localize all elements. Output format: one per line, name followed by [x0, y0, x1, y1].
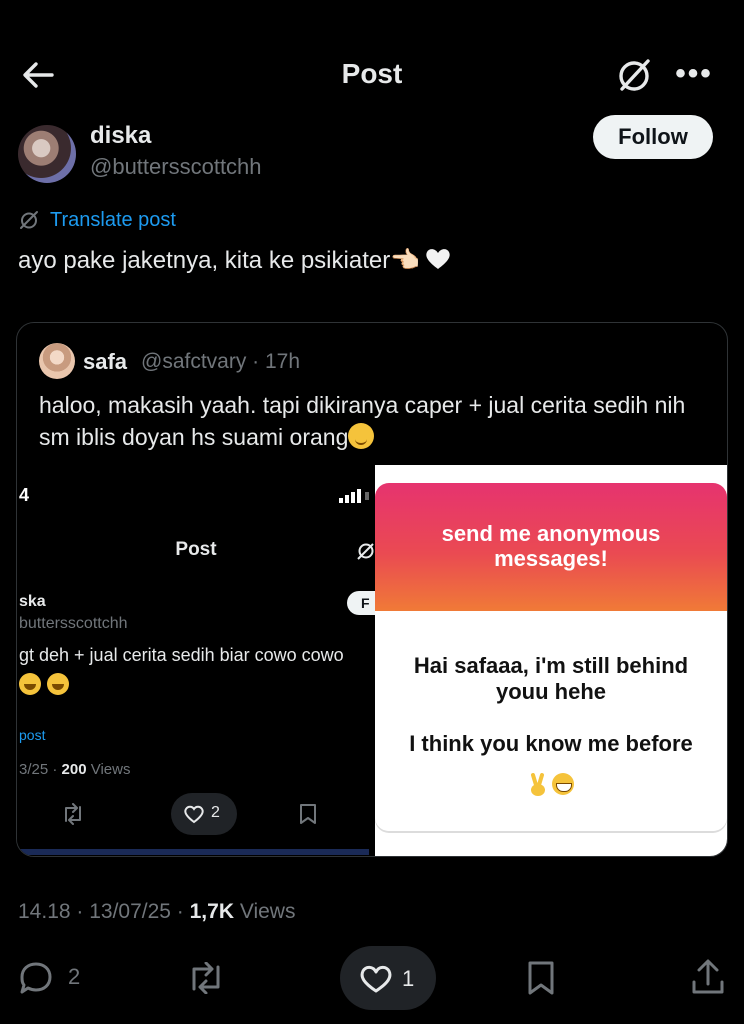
grok-icon [20, 211, 38, 229]
like-count: 1 [402, 966, 415, 991]
heart-icon [184, 805, 204, 824]
bookmark-icon[interactable] [526, 960, 556, 996]
peace-hand-icon [531, 773, 545, 796]
white-heart-icon [426, 249, 450, 269]
grin-emoji-icon [552, 773, 574, 795]
quoted-author-name[interactable]: safa [83, 349, 127, 375]
screenshot-views-count: 200 [61, 761, 87, 778]
follow-button[interactable]: Follow [593, 115, 713, 159]
anonymous-message-card: send me anonymous messages! Hai safaaa, … [375, 483, 727, 831]
screenshot-meta: 3/25 · 200 Views [19, 761, 130, 778]
screenshot-emojis [19, 673, 69, 695]
reply-icon[interactable] [18, 960, 54, 996]
screenshot-author-name: ska [19, 593, 46, 610]
like-button[interactable]: 1 [340, 946, 436, 1010]
bookmark-icon [300, 804, 316, 824]
post-text-row: ayo pake jaketnya, kita ke psikiater👈🏻 [18, 246, 452, 275]
more-options-icon[interactable]: ••• [672, 56, 716, 92]
quoted-image-right[interactable]: send me anonymous messages! Hai safaaa, … [375, 465, 727, 856]
screenshot-views-label: Views [86, 761, 131, 778]
quoted-post[interactable]: safa @safctvary · 17h haloo, makasih yaa… [16, 322, 728, 857]
screenshot-translate-link: post [19, 727, 46, 743]
views-count[interactable]: 1,7K [190, 900, 234, 923]
status-bar-time: 4 [19, 485, 30, 505]
rofl-emoji-icon [19, 673, 41, 695]
screenshot-title: Post [175, 539, 217, 560]
quoted-image-left[interactable]: 4 Post ska buttersscottchh F gt deh + ju… [17, 465, 375, 856]
retweet-icon[interactable] [186, 962, 226, 994]
author-avatar[interactable] [18, 125, 76, 183]
grok-icon [357, 543, 374, 560]
quoted-text-row: haloo, makasih yaah. tapi dikiranya cape… [39, 389, 719, 453]
post-meta: 14.18 · 13/07/25 · 1,7K Views [18, 900, 295, 924]
rofl-emoji-icon [47, 673, 69, 695]
screenshot-date: 3/25 · [19, 761, 62, 778]
screenshot-post-text: gt deh + jual cerita sedih biar cowo cow… [19, 645, 344, 665]
quoted-handle-time: @safctvary · 17h [141, 350, 301, 373]
card-emojis [375, 773, 727, 797]
screenshot-bottom-bar [17, 849, 369, 855]
card-prompt: send me anonymous messages! [441, 521, 661, 571]
grok-icon[interactable] [614, 55, 654, 95]
screenshot-like-count: 2 [211, 804, 220, 821]
card-message: Hai safaaa, i'm still behind youu hehe I… [409, 653, 693, 756]
screenshot-author-handle: buttersscottchh [19, 615, 128, 632]
signal-icon [339, 489, 369, 503]
reply-count[interactable]: 2 [68, 964, 80, 990]
retweet-icon [65, 803, 81, 825]
heart-icon [360, 965, 392, 993]
card-header: send me anonymous messages! [375, 483, 727, 611]
author-handle[interactable]: @buttersscottchh [90, 154, 262, 180]
views-label: Views [233, 900, 296, 923]
card-body: Hai safaaa, i'm still behind youu hehe I… [375, 611, 727, 831]
share-icon[interactable] [690, 958, 726, 996]
translate-post-label[interactable]: Translate post [50, 209, 176, 232]
screenshot-like-pill: 2 [171, 793, 237, 835]
author-name[interactable]: diska [90, 122, 151, 150]
top-bar: Post ••• [0, 0, 744, 118]
quoted-avatar[interactable] [39, 343, 75, 379]
yum-emoji-icon [348, 423, 375, 449]
translate-post-link[interactable]: Translate post [18, 206, 176, 234]
screenshot-actions: 2 [17, 791, 375, 841]
action-bar: 2 1 [0, 944, 744, 1014]
screenshot-follow-button: F [347, 591, 375, 615]
post-text: ayo pake jaketnya, kita ke psikiater👈🏻 [18, 247, 421, 274]
post-timestamp: 14.18 · 13/07/25 · [18, 900, 190, 923]
